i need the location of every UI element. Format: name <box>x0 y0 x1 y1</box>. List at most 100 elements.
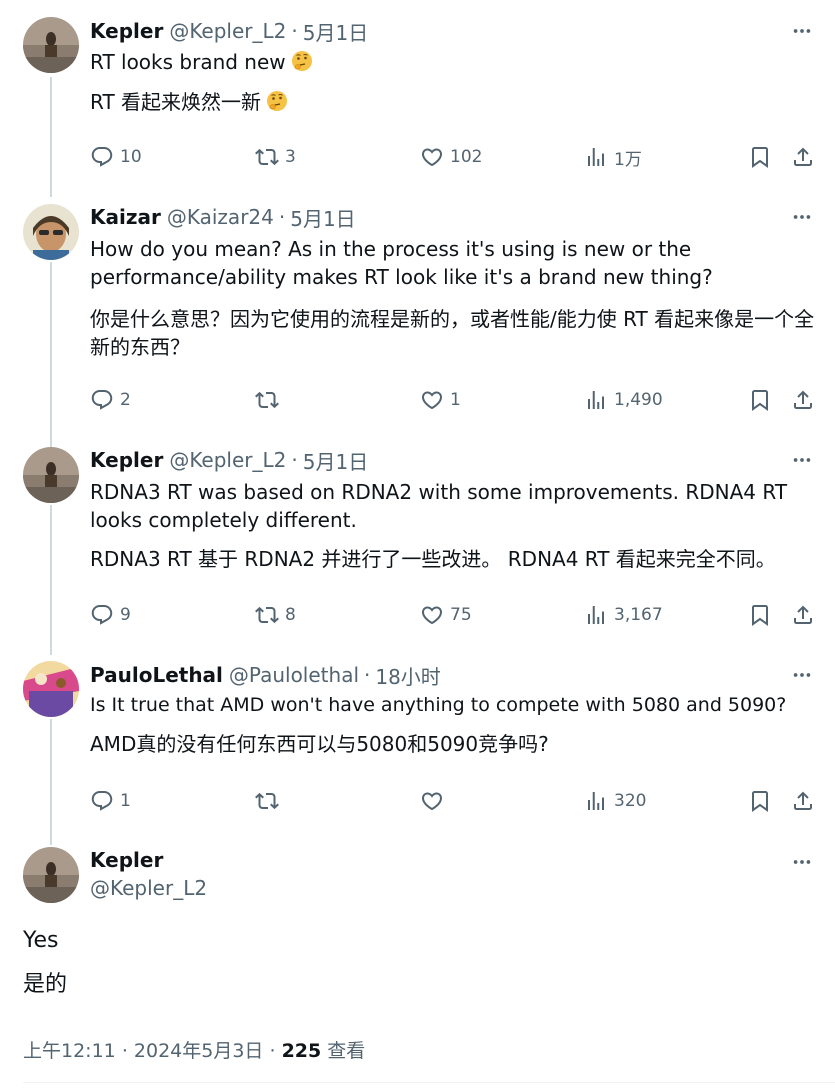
more-icon[interactable] <box>791 206 813 228</box>
share-button[interactable] <box>791 786 815 816</box>
author-name[interactable]: Kepler <box>90 848 163 872</box>
like-button[interactable]: 1 <box>420 385 461 415</box>
more-icon[interactable] <box>791 449 813 471</box>
separator: · <box>364 663 371 687</box>
views-button[interactable]: 1,490 <box>584 385 663 415</box>
author-handle[interactable]: @Kepler_L2 <box>169 19 286 43</box>
retweet-button[interactable]: 3 <box>255 142 296 172</box>
author-name[interactable]: Kepler <box>90 19 163 43</box>
reply-icon <box>90 145 114 169</box>
share-icon <box>791 145 815 169</box>
reply-button[interactable]: 2 <box>90 385 131 415</box>
views-count: 1,490 <box>614 390 663 410</box>
like-count: 102 <box>450 147 483 167</box>
author-handle[interactable]: @Kepler_L2 <box>169 448 286 472</box>
author-name[interactable]: Kaizar <box>90 205 161 229</box>
reply-icon <box>90 789 114 813</box>
separator: · <box>278 205 286 229</box>
reply-count: 9 <box>120 605 131 625</box>
author-handle[interactable]: @Paulolethal <box>229 663 359 687</box>
views-button[interactable]: 1万 <box>584 142 642 172</box>
tweet-text: How do you mean? As in the process it's … <box>90 237 713 289</box>
like-button[interactable] <box>420 786 450 816</box>
retweet-button[interactable] <box>255 385 285 415</box>
separator: · <box>291 19 298 43</box>
timestamp[interactable]: 5月1日 <box>303 17 368 46</box>
more-icon[interactable] <box>791 20 813 42</box>
tweet-1[interactable]: Kepler @Kepler_L2 · 5月1日 RT looks brand … <box>0 0 835 197</box>
author-handle[interactable]: @Kaizar24 <box>167 205 274 229</box>
bookmark-icon <box>748 388 772 412</box>
retweet-button[interactable]: 8 <box>255 600 296 630</box>
reply-count: 10 <box>120 147 142 167</box>
thinking-face-icon <box>290 49 314 73</box>
timestamp[interactable]: 5月1日 <box>290 203 355 232</box>
share-button[interactable] <box>791 385 815 415</box>
more-icon[interactable] <box>791 664 813 686</box>
share-icon <box>791 388 815 412</box>
retweet-icon <box>255 388 279 412</box>
timestamp[interactable]: 18小时 <box>375 661 440 690</box>
views-icon <box>584 603 608 627</box>
bookmark-icon <box>748 789 772 813</box>
like-icon <box>420 603 444 627</box>
avatar[interactable] <box>23 447 79 503</box>
bookmark-button[interactable] <box>748 786 772 816</box>
tweet-text: RT looks brand new <box>90 48 815 76</box>
share-icon <box>791 603 815 627</box>
views-button[interactable]: 3,167 <box>584 600 663 630</box>
retweet-icon <box>255 603 279 627</box>
author-handle[interactable]: @Kepler_L2 <box>90 876 207 900</box>
author-name[interactable]: PauloLethal <box>90 663 223 687</box>
timestamp[interactable]: 5月1日 <box>303 446 368 475</box>
separator: · <box>291 448 298 472</box>
views-count: 3,167 <box>614 605 663 625</box>
thread-line <box>50 719 52 845</box>
avatar[interactable] <box>23 661 79 717</box>
post-time[interactable]: 上午12:11 <box>23 1040 116 1062</box>
reply-button[interactable]: 9 <box>90 600 131 630</box>
tweet-meta: 上午12:11 · 2024年5月3日 · 225 查看 <box>23 1036 365 1063</box>
views-count: 1万 <box>614 149 642 170</box>
reply-icon <box>90 388 114 412</box>
tweet-4[interactable]: PauloLethal @Paulolethal · 18小时 Is It tr… <box>0 653 835 845</box>
author-name[interactable]: Kepler <box>90 448 163 472</box>
bookmark-icon <box>748 145 772 169</box>
like-icon <box>420 145 444 169</box>
share-button[interactable] <box>791 142 815 172</box>
bookmark-button[interactable] <box>748 385 772 415</box>
tweet-translation: AMD真的没有任何东西可以与5080和5090竞争吗? <box>90 732 549 756</box>
thread-line <box>50 262 52 447</box>
tweet-translation: 是的 <box>23 972 68 997</box>
retweet-button[interactable] <box>255 786 285 816</box>
share-icon <box>791 789 815 813</box>
more-icon[interactable] <box>791 851 813 873</box>
post-date[interactable]: 2024年5月3日 <box>134 1040 264 1062</box>
like-icon <box>420 388 444 412</box>
views-button[interactable]: 320 <box>584 786 646 816</box>
avatar[interactable] <box>23 847 79 903</box>
avatar[interactable] <box>23 17 79 73</box>
tweet-text: Yes <box>23 928 59 953</box>
like-icon <box>420 789 444 813</box>
tweet-2[interactable]: Kaizar @Kaizar24 · 5月1日 How do you mean?… <box>0 195 835 447</box>
bookmark-button[interactable] <box>748 600 772 630</box>
tweet-3[interactable]: Kepler @Kepler_L2 · 5月1日 RDNA3 RT was ba… <box>0 439 835 655</box>
reply-count: 1 <box>120 791 131 811</box>
bookmark-icon <box>748 603 772 627</box>
reply-button[interactable]: 1 <box>90 786 131 816</box>
like-button[interactable]: 102 <box>420 142 482 172</box>
views-icon <box>584 789 608 813</box>
bookmark-button[interactable] <box>748 142 772 172</box>
share-button[interactable] <box>791 600 815 630</box>
avatar[interactable] <box>23 204 79 260</box>
like-button[interactable]: 75 <box>420 600 472 630</box>
retweet-count: 3 <box>285 147 296 167</box>
retweet-icon <box>255 145 279 169</box>
reply-button[interactable]: 10 <box>90 142 142 172</box>
thinking-face-icon <box>265 89 289 113</box>
views-icon <box>584 145 608 169</box>
views-count: 320 <box>614 791 647 811</box>
tweet-translation: RDNA3 RT 基于 RDNA2 并进行了一些改进。 RDNA4 RT 看起来… <box>90 547 776 571</box>
separator: · <box>121 1040 128 1062</box>
